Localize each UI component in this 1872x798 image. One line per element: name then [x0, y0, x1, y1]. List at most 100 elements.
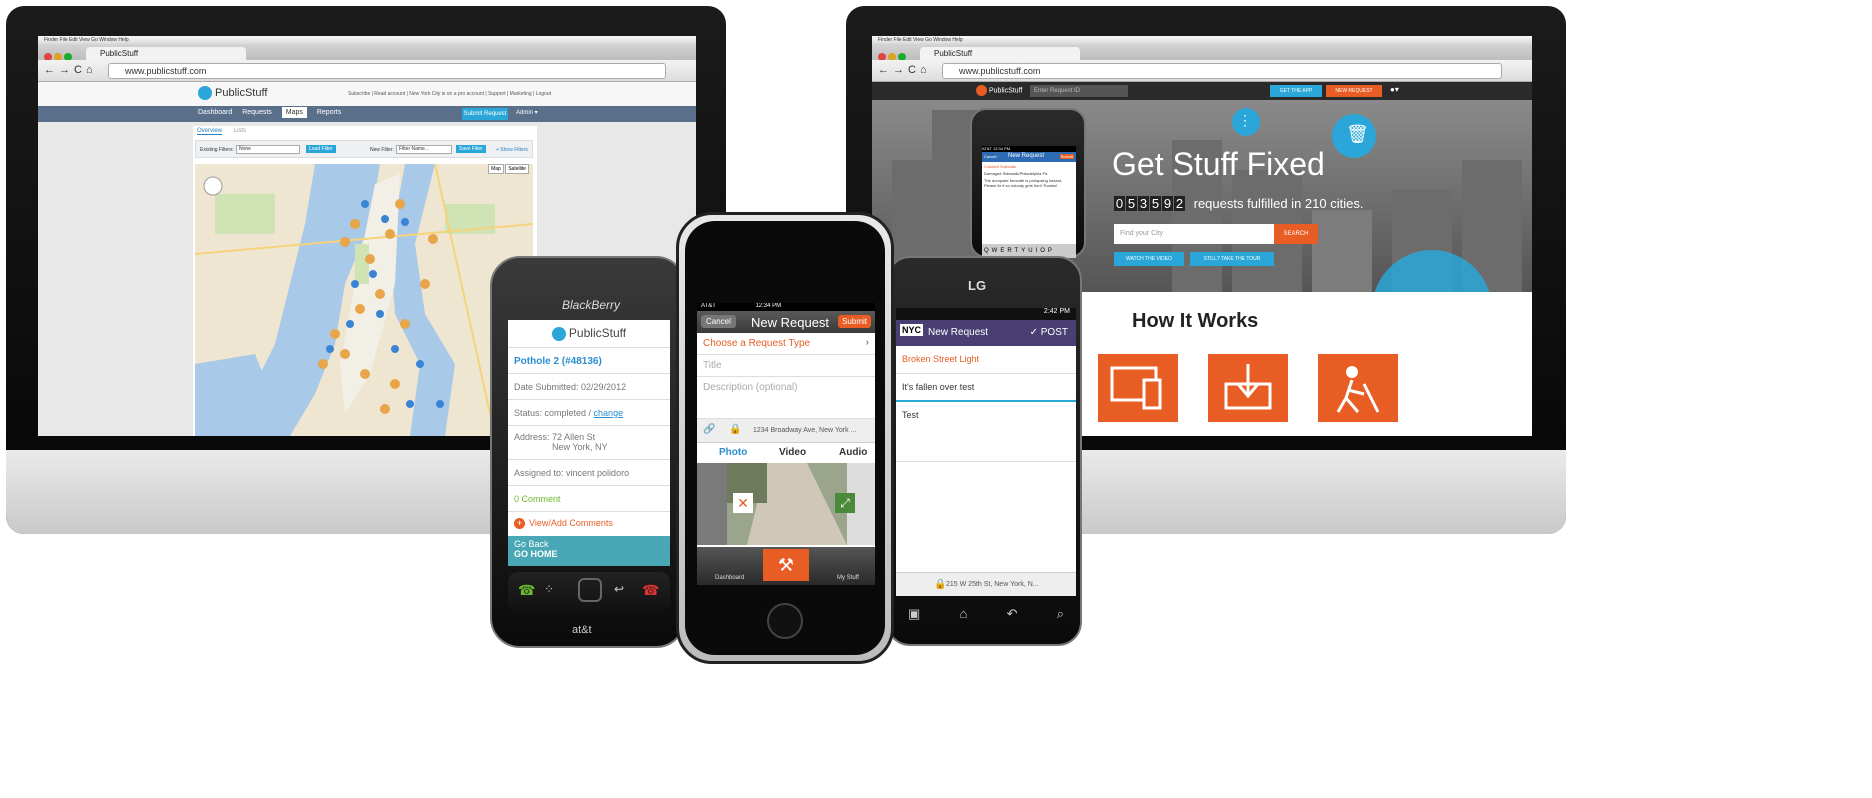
- publicstuff-logo[interactable]: PublicStuff: [198, 86, 267, 100]
- expand-photo-icon[interactable]: ⤢: [835, 493, 855, 513]
- lg-statusbar: 2:42 PM: [896, 308, 1076, 320]
- iphone: AT&T 12:34 PM Cancel New Request Submit …: [676, 212, 894, 664]
- plus-circle-icon: +: [514, 518, 525, 529]
- tab-audio[interactable]: Audio: [839, 447, 867, 458]
- search-icon[interactable]: ⌕: [1057, 606, 1064, 626]
- lg-title: New Request: [928, 327, 989, 338]
- attachment-icon[interactable]: 🔗: [703, 424, 715, 435]
- home-button[interactable]: [767, 603, 803, 639]
- small-cancel-button[interactable]: Cancel: [984, 154, 996, 159]
- lock-icon[interactable]: 🔒: [934, 579, 946, 590]
- bb-logo: PublicStuff: [508, 320, 670, 348]
- subtab-overview[interactable]: Overview: [197, 128, 223, 135]
- small-submit-button[interactable]: Submit: [1059, 154, 1074, 159]
- submit-button[interactable]: Submit: [838, 315, 871, 328]
- photo-preview[interactable]: ✕ ⤢: [697, 463, 875, 545]
- back-icon[interactable]: ↩: [614, 582, 624, 596]
- lg-nav-buttons[interactable]: ▣ ⌂ ↶ ⌕: [908, 606, 1064, 626]
- subtab-lists[interactable]: Lists: [234, 128, 246, 134]
- city-search-input[interactable]: Find your City: [1114, 224, 1274, 244]
- lg-screen: 2:42 PM NYC New Request ✓ POST Broken St…: [896, 308, 1076, 596]
- nav-tab-requests[interactable]: Requests: [242, 109, 272, 116]
- bb-keypad[interactable]: ☎ ⁘ ↩ ☎: [508, 572, 670, 612]
- save-filter-button[interactable]: Save Filter: [456, 145, 486, 153]
- top-links[interactable]: Subscribe | Read account | New York City…: [348, 91, 551, 97]
- step-submit-icon: [1208, 354, 1288, 422]
- browser-tab[interactable]: PublicStuff: [920, 47, 1080, 60]
- bb-view-comments[interactable]: + View/Add Comments: [508, 512, 670, 536]
- show-filters-link[interactable]: + Show Filters: [496, 147, 528, 153]
- nav-tab-dashboard[interactable]: Dashboard: [198, 109, 232, 116]
- bb-assigned: Assigned to: vincent polidoro: [508, 460, 670, 486]
- search-button[interactable]: SEARCH: [1274, 224, 1318, 244]
- request-counter: 053592 requests fulfilled in 210 cities.: [1114, 196, 1364, 211]
- lg-location-bar[interactable]: 215 W 25th St, New York, N...: [896, 572, 1076, 596]
- bb-go-home[interactable]: Go Back GO HOME: [508, 536, 670, 566]
- load-filter-button[interactable]: Load Filter: [306, 145, 336, 153]
- home-icon[interactable]: ⌂: [960, 606, 968, 626]
- bb-request-title: Pothole 2 (#48136): [508, 348, 670, 374]
- nav-tab-maps[interactable]: Maps: [281, 107, 307, 118]
- description-input[interactable]: Description (optional): [697, 377, 875, 419]
- iphone-tabbar: Dashboard ⚒ My Stuff: [697, 547, 875, 585]
- request-map[interactable]: Map Satellite: [195, 164, 533, 436]
- lg-brand: LG: [968, 278, 987, 293]
- browser-nav-icons[interactable]: ←→C⌂: [44, 64, 97, 76]
- tab-new-request-icon[interactable]: ⚒: [763, 549, 809, 581]
- tab-dashboard[interactable]: Dashboard: [715, 575, 744, 581]
- new-filter-input[interactable]: Filter Name...: [396, 145, 452, 154]
- nav-tab-reports[interactable]: Reports: [317, 109, 342, 116]
- title-input[interactable]: Title: [697, 355, 875, 377]
- new-filter-label: New Filter:: [370, 147, 394, 153]
- map-graphic: [195, 164, 533, 436]
- filter-label: Existing Filters:: [200, 147, 234, 153]
- browser-toolbar: ←→C⌂ www.publicstuff.com: [38, 60, 696, 82]
- trackpad[interactable]: [578, 578, 602, 602]
- filter-select[interactable]: None: [236, 145, 300, 154]
- request-type-select[interactable]: Choose a Request Type ›: [697, 333, 875, 355]
- back-icon[interactable]: ↶: [1007, 606, 1018, 626]
- blackberry-brand: BlackBerry: [562, 298, 621, 312]
- mac-menubar: Finder File Edit View Go Window Help: [872, 36, 1532, 44]
- take-tour-button[interactable]: STILL? TAKE THE TOUR: [1190, 252, 1274, 266]
- call-icon[interactable]: ☎: [518, 582, 535, 599]
- menu-icon[interactable]: ▣: [908, 606, 920, 626]
- counter-text: requests fulfilled in 210 cities.: [1193, 196, 1364, 211]
- menu-icon[interactable]: ⁘: [544, 582, 554, 596]
- cancel-button[interactable]: Cancel: [701, 315, 736, 328]
- hero-title: Get Stuff Fixed: [1112, 146, 1325, 182]
- location-bar[interactable]: 🔗 🔒 1234 Broadway Ave, New York ...: [697, 419, 875, 443]
- trash-icon: 🗑: [1346, 124, 1369, 144]
- get-app-button[interactable]: GET THE APP: [1270, 85, 1322, 97]
- watch-video-button[interactable]: WATCH THE VIDEO: [1114, 252, 1184, 266]
- map-view-button[interactable]: Map: [488, 164, 504, 174]
- media-tabs: Photo Video Audio: [697, 443, 875, 463]
- nyc-badge: NYC: [900, 324, 924, 336]
- address-bar[interactable]: www.publicstuff.com: [942, 63, 1502, 79]
- end-call-icon[interactable]: ☎: [642, 582, 659, 599]
- admin-menu[interactable]: Admin ▾: [516, 109, 538, 116]
- new-request-button[interactable]: NEW REQUEST: [1326, 85, 1382, 97]
- user-icon[interactable]: ●▾: [1390, 85, 1399, 94]
- lg-post-button[interactable]: ✓ POST: [1030, 327, 1068, 338]
- request-id-input[interactable]: Enter Request ID: [1030, 85, 1128, 97]
- browser-nav-icons[interactable]: ←→C⌂: [878, 64, 931, 76]
- how-it-works-title: How It Works: [1132, 310, 1259, 332]
- lg-description-input[interactable]: Test: [896, 402, 1076, 462]
- step-devices-icon: [1098, 354, 1178, 422]
- browser-tab[interactable]: PublicStuff: [86, 47, 246, 60]
- delete-photo-icon[interactable]: ✕: [733, 493, 753, 513]
- tab-photo[interactable]: Photo: [719, 447, 747, 458]
- lg-app-bar: NYC New Request ✓ POST: [896, 320, 1076, 346]
- address-bar[interactable]: www.publicstuff.com: [108, 63, 666, 79]
- traffic-light-icon: ⋮: [1238, 112, 1252, 128]
- publicstuff-logo[interactable]: PublicStuff: [976, 85, 1022, 96]
- satellite-view-button[interactable]: Satellite: [505, 164, 529, 174]
- lock-icon[interactable]: 🔒: [729, 424, 741, 435]
- lg-category-select[interactable]: Broken Street Light: [896, 346, 1076, 374]
- lg-title-input[interactable]: It's fallen over test: [896, 374, 1076, 402]
- bb-change-link[interactable]: change: [594, 408, 624, 418]
- tab-video[interactable]: Video: [779, 447, 806, 458]
- tab-my-stuff[interactable]: My Stuff: [837, 575, 859, 581]
- submit-request-button[interactable]: Submit Request: [462, 108, 508, 120]
